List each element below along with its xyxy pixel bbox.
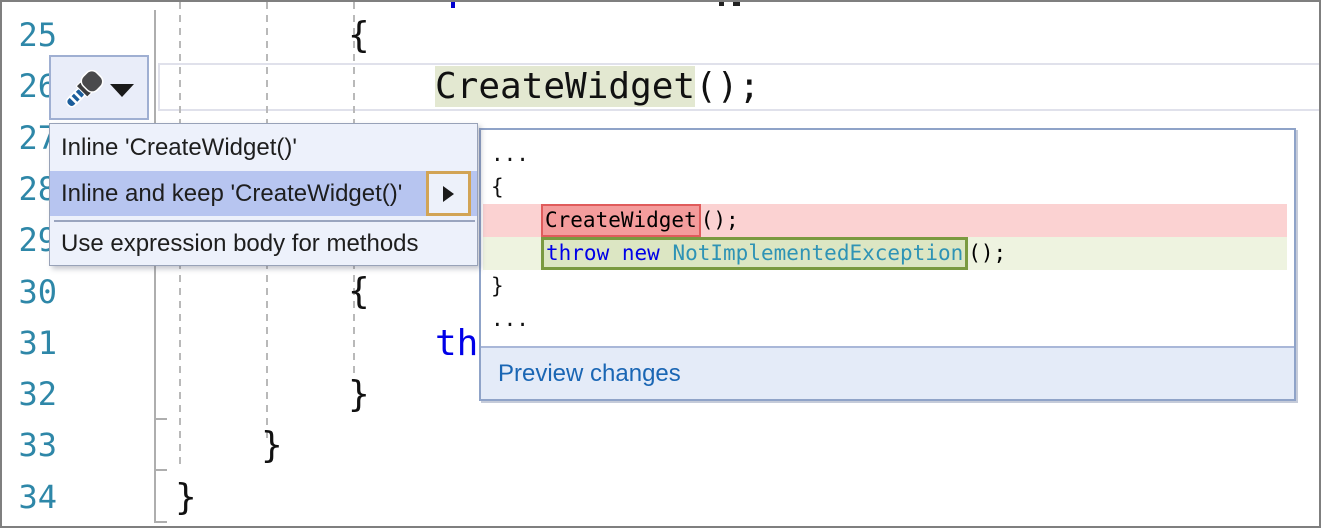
submenu-arrow-icon [443,186,454,202]
outlining-region-end [154,469,167,471]
preview-context-bottom: ... [491,303,529,336]
preview-changes-link[interactable]: Preview changes [498,348,681,399]
line-number: 25 [2,10,57,61]
added-line: throw new NotImplementedException(); [483,237,1287,270]
code-line-32[interactable]: } [348,369,370,420]
quick-actions-menu: Inline 'CreateWidget()' Inline and keep … [49,123,478,266]
clipped-line24-glyph [451,2,455,8]
outlining-margin-line [154,10,156,522]
code-text: (); [695,66,760,107]
outlining-region-end [154,521,167,523]
code-line-30[interactable]: { [348,266,370,317]
added-expression-box: throw new NotImplementedException [541,237,968,270]
menu-item-inline[interactable]: Inline 'CreateWidget()' [50,126,477,170]
code-line-25[interactable]: { [348,10,370,61]
code-line-33[interactable]: } [261,420,283,471]
clipped-line24-glyph [719,2,724,6]
line-number: 33 [2,420,57,471]
type-name: NotImplementedException [672,241,963,265]
menu-item-expression-body[interactable]: Use expression body for methods [50,222,477,266]
dropdown-arrow-icon[interactable] [110,84,134,97]
line-number: 32 [2,369,57,420]
inline-target-reference[interactable]: CreateWidget [435,66,695,107]
quick-actions-button[interactable] [49,55,149,120]
outlining-region-end [154,418,167,420]
line-number: 30 [2,267,57,318]
line-number: 34 [2,472,57,523]
preview-open-brace: { [491,171,504,204]
removed-line: CreateWidget(); [483,204,1287,237]
refactor-preview-panel: ... { CreateWidget(); throw new NotImple… [479,128,1296,401]
preview-close-brace: } [491,270,504,303]
vs-editor-screenshot: 25 26 27 28 29 30 31 32 33 34 { CreateWi… [0,0,1321,528]
added-suffix: (); [968,241,1006,265]
code-line-26[interactable]: CreateWidget(); [435,61,760,112]
keyword-throw: throw [546,241,609,265]
submenu-expand-button[interactable] [426,171,471,216]
preview-context-top: ... [491,138,529,171]
removed-call-box: CreateWidget [541,204,701,237]
menu-item-inline-and-keep[interactable]: Inline and keep 'CreateWidget()' [50,171,477,216]
keyword-new: new [622,241,660,265]
preview-footer: Preview changes [481,348,1294,399]
removed-suffix: (); [701,208,739,232]
clipped-line24-glyph [733,2,740,6]
line-number: 31 [2,318,57,369]
code-line-34[interactable]: } [175,472,197,523]
